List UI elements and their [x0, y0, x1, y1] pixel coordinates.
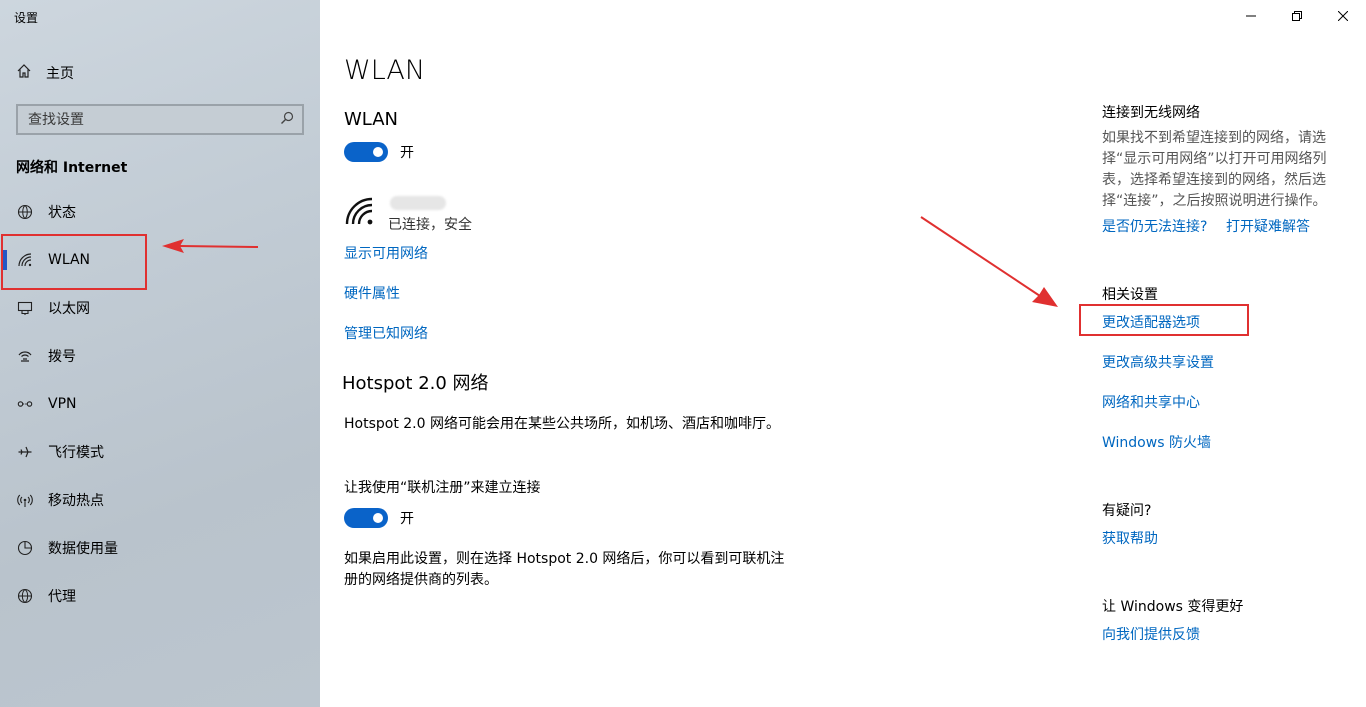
show-available-networks-link[interactable]: 显示可用网络 [344, 243, 428, 263]
sidebar-item-airplane[interactable]: 飞行模式 [0, 428, 320, 476]
sidebar-item-label: 飞行模式 [48, 445, 104, 461]
annotation-highlight-adapter-options [1079, 304, 1249, 336]
wifi-signal-icon [344, 196, 376, 234]
annotation-arrow-diagonal [920, 216, 1058, 307]
globe-status-icon [16, 203, 34, 221]
minimize-button[interactable] [1228, 0, 1274, 32]
manage-known-networks-link[interactable]: 管理已知网络 [344, 323, 428, 343]
section-title: 网络和 Internet [16, 160, 128, 176]
home-icon [16, 63, 32, 83]
annotation-highlight-wlan [1, 234, 147, 290]
ethernet-icon [16, 299, 34, 317]
hotspot-toggle-row: 开 [344, 508, 414, 528]
hotspot-toggle[interactable] [344, 508, 388, 528]
wlan-heading: WLAN [344, 109, 399, 130]
network-name-redacted [390, 196, 446, 210]
app-title: 设置 [14, 11, 39, 25]
sidebar-item-label: 状态 [48, 205, 76, 221]
windows-firewall-link[interactable]: Windows 防火墙 [1102, 432, 1211, 452]
sidebar-item-data-usage[interactable]: 数据使用量 [0, 524, 320, 572]
window-controls [1228, 0, 1366, 32]
sidebar: 设置 主页 网络和 Internet 状态 WLAN [0, 0, 320, 707]
hardware-properties-link[interactable]: 硬件属性 [344, 283, 400, 303]
sidebar-item-label: 代理 [48, 589, 76, 605]
close-button[interactable] [1320, 0, 1366, 32]
feedback-heading: 让 Windows 变得更好 [1102, 599, 1244, 615]
network-sharing-center-link[interactable]: 网络和共享中心 [1102, 392, 1200, 412]
connect-description: 如果找不到希望连接到的网络，请选择“显示可用网络”以打开可用网络列表，选择希望连… [1102, 130, 1327, 209]
wlan-toggle[interactable] [344, 142, 388, 162]
proxy-icon [16, 587, 34, 605]
help-heading: 有疑问? [1102, 503, 1152, 519]
still-cant-connect-link[interactable]: 是否仍无法连接? [1102, 216, 1207, 236]
hotspot-toggle-label: 开 [400, 511, 414, 527]
sidebar-item-status[interactable]: 状态 [0, 188, 320, 236]
vpn-icon [16, 395, 34, 413]
data-usage-icon [16, 539, 34, 557]
close-icon [1338, 11, 1348, 21]
minimize-icon [1246, 15, 1256, 17]
search-box[interactable] [16, 104, 304, 135]
connect-heading: 连接到无线网络 [1102, 105, 1200, 121]
wlan-toggle-row: 开 [344, 142, 414, 162]
search-input[interactable] [28, 111, 268, 128]
sidebar-item-hotspot[interactable]: 移动热点 [0, 476, 320, 524]
airplane-icon [16, 443, 34, 461]
advanced-sharing-settings-link[interactable]: 更改高级共享设置 [1102, 352, 1214, 372]
current-network[interactable]: 已连接，安全 [344, 196, 472, 234]
main-content: WLAN WLAN 开 已连接，安全 显示可用网络 硬件属性 管理已知网络 Ho… [320, 0, 1080, 707]
wlan-toggle-label: 开 [400, 145, 414, 161]
search-icon[interactable] [280, 110, 294, 129]
sidebar-item-label: 拨号 [48, 349, 76, 365]
give-feedback-link[interactable]: 向我们提供反馈 [1102, 624, 1200, 644]
related-settings-heading: 相关设置 [1102, 287, 1158, 303]
sidebar-item-dialup[interactable]: 拨号 [0, 332, 320, 380]
hotspot-icon [16, 491, 34, 509]
sidebar-item-label: 移动热点 [48, 493, 104, 509]
sidebar-item-home[interactable]: 主页 [16, 62, 74, 84]
sidebar-item-label: VPN [48, 396, 77, 412]
hotspot-note: 如果启用此设置，则在选择 Hotspot 2.0 网络后，你可以看到可联机注册的… [344, 551, 785, 588]
page-title: WLAN [344, 55, 426, 86]
get-help-link[interactable]: 获取帮助 [1102, 528, 1158, 548]
home-label: 主页 [46, 66, 74, 82]
sidebar-item-label: 数据使用量 [48, 541, 118, 557]
sidebar-item-label: 以太网 [48, 301, 90, 317]
sidebar-item-proxy[interactable]: 代理 [0, 572, 320, 620]
annotation-arrow-left [162, 239, 259, 253]
restore-icon [1292, 11, 1302, 21]
network-status: 已连接，安全 [388, 217, 472, 233]
sidebar-item-vpn[interactable]: VPN [0, 380, 320, 428]
restore-button[interactable] [1274, 0, 1320, 32]
hotspot-option-label: 让我使用“联机注册”来建立连接 [344, 480, 541, 496]
hotspot-description: Hotspot 2.0 网络可能会用在某些公共场所，如机场、酒店和咖啡厅。 [344, 416, 780, 432]
hotspot-heading: Hotspot 2.0 网络 [342, 373, 489, 394]
dialup-icon [16, 347, 34, 365]
open-troubleshooter-link[interactable]: 打开疑难解答 [1226, 216, 1310, 236]
sidebar-item-ethernet[interactable]: 以太网 [0, 284, 320, 332]
